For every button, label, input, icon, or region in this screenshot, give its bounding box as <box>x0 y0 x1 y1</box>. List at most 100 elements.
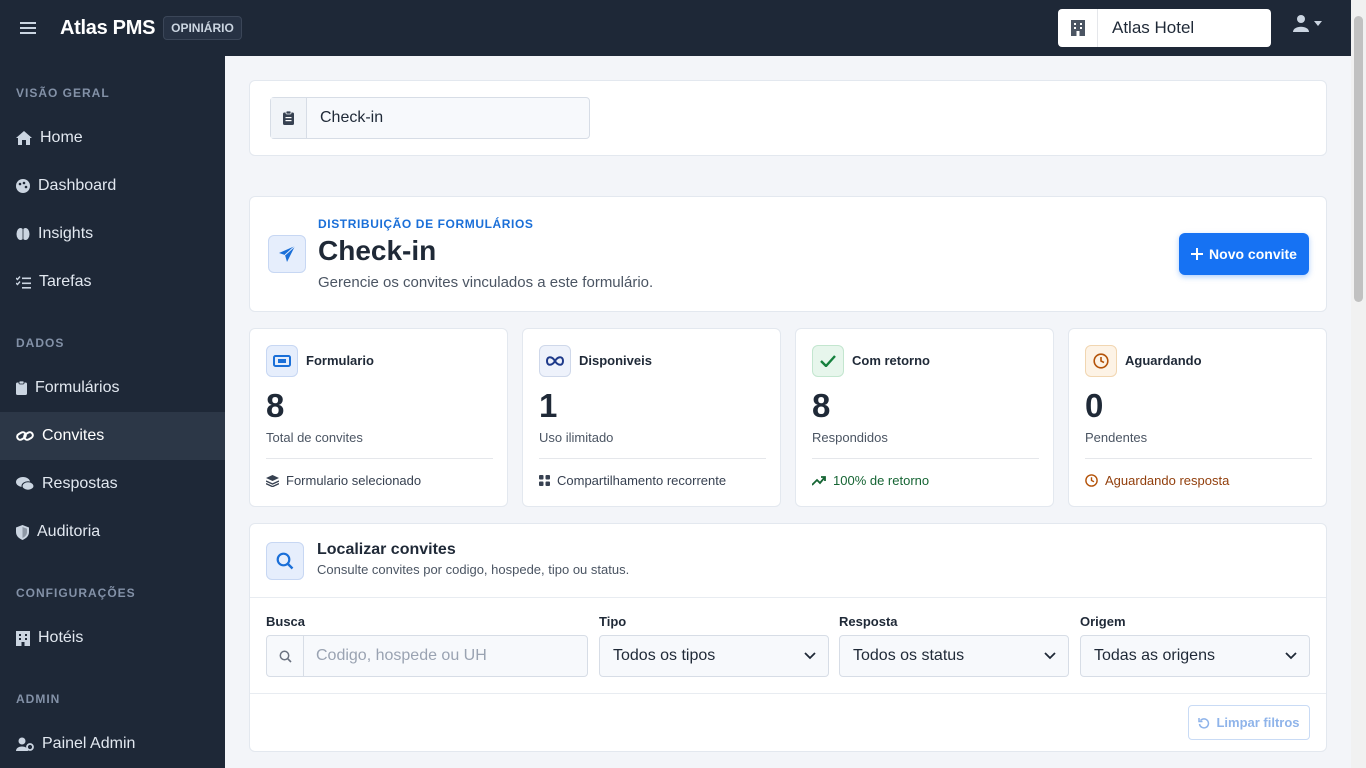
form-selector-card: Check-in <box>249 80 1327 156</box>
filter-title: Localizar convites <box>317 541 456 558</box>
sidebar-item-label: Painel Admin <box>42 735 136 752</box>
form-selector[interactable]: Check-in <box>270 97 590 139</box>
paper-plane-icon <box>268 235 306 273</box>
sidebar-item-label: Formulários <box>35 379 120 396</box>
stat-value: 1 <box>539 387 558 424</box>
stat-card-aguardando: Aguardando 0 Pendentes Aguardando respos… <box>1068 328 1327 507</box>
sidebar-item-hoteis[interactable]: Hotéis <box>0 614 225 662</box>
stat-footer-text: Formulario selecionado <box>286 473 422 488</box>
clear-filters-button[interactable]: Limpar filtros <box>1188 705 1310 740</box>
new-invite-button-label: Novo convite <box>1209 246 1297 262</box>
sidebar-item-label: Dashboard <box>38 177 117 194</box>
divider <box>250 597 1326 598</box>
menu-toggle-button[interactable] <box>0 0 56 56</box>
sidebar-item-respostas[interactable]: Respostas <box>0 460 225 508</box>
stat-value: 8 <box>812 387 831 424</box>
sidebar-item-label: Tarefas <box>39 273 92 290</box>
page-scrollbar[interactable] <box>1351 0 1366 768</box>
building-icon <box>1058 9 1098 47</box>
divider <box>266 458 493 459</box>
link-icon <box>16 431 34 441</box>
stat-label: Com retorno <box>852 353 930 368</box>
brand-badge: OPINIÁRIO <box>163 16 242 40</box>
trend-up-icon <box>812 475 826 486</box>
sidebar-item-auditoria[interactable]: Auditoria <box>0 508 225 556</box>
origin-select-value: Todas as origens <box>1094 647 1215 664</box>
shield-icon <box>16 524 29 540</box>
search-field <box>266 635 588 677</box>
clipboard-icon <box>16 381 27 395</box>
sidebar-item-label: Convites <box>42 427 105 444</box>
form-distribution-header: DISTRIBUIÇÃO DE FORMULÁRIOS Check-in Ger… <box>249 196 1327 312</box>
reset-icon <box>1198 717 1210 729</box>
clear-filters-label: Limpar filtros <box>1216 715 1300 730</box>
type-label: Tipo <box>599 614 627 629</box>
divider <box>812 458 1039 459</box>
hotel-selector-value: Atlas Hotel <box>1112 18 1195 37</box>
divider <box>1085 458 1312 459</box>
layers-icon <box>266 474 279 487</box>
ticket-icon <box>266 345 298 377</box>
response-select-value: Todos os status <box>853 647 965 664</box>
hotel-selector[interactable]: Atlas Hotel <box>1058 9 1271 47</box>
sidebar-section-data: DADOS <box>16 336 65 350</box>
stat-footer: 100% de retorno <box>812 473 929 488</box>
sidebar-item-home[interactable]: Home <box>0 114 225 162</box>
sidebar-item-convites[interactable]: Convites <box>0 412 225 460</box>
filter-subtitle: Consulte convites por codigo, hospede, t… <box>317 562 630 577</box>
building-icon <box>16 630 30 646</box>
invite-filter-panel: Localizar convites Consulte convites por… <box>249 523 1327 752</box>
hamburger-icon <box>20 27 36 29</box>
stat-card-formulario: Formulario 8 Total de convites Formulari… <box>249 328 508 507</box>
plus-icon <box>1191 248 1204 260</box>
stat-caption: Respondidos <box>812 430 888 445</box>
sidebar-item-dashboard[interactable]: Dashboard <box>0 162 225 210</box>
type-select[interactable]: Todos os tipos <box>599 635 829 677</box>
clipboard-icon <box>271 98 307 138</box>
comments-icon <box>16 477 34 491</box>
stat-value: 0 <box>1085 387 1104 424</box>
stat-label: Aguardando <box>1125 353 1202 368</box>
chevron-down-icon <box>804 652 816 660</box>
divider <box>539 458 766 459</box>
home-icon <box>16 131 32 145</box>
grid-icon <box>539 475 550 486</box>
stat-caption: Uso ilimitado <box>539 430 614 445</box>
check-icon <box>812 345 844 377</box>
sidebar-section-settings: CONFIGURAÇÕES <box>16 586 136 600</box>
page-subtitle: Gerencie os convites vinculados a este f… <box>318 274 654 291</box>
infinity-icon <box>539 345 571 377</box>
stat-footer: Formulario selecionado <box>266 473 421 488</box>
divider <box>250 693 1326 694</box>
user-icon <box>1293 15 1309 32</box>
sidebar-item-label: Auditoria <box>37 523 101 540</box>
caret-down-icon <box>1314 20 1322 26</box>
stat-footer-text: 100% de retorno <box>833 473 930 488</box>
brain-icon <box>16 228 30 240</box>
origin-select[interactable]: Todas as origens <box>1080 635 1310 677</box>
sidebar-item-painel-admin[interactable]: Painel Admin <box>0 720 225 768</box>
response-select[interactable]: Todos os status <box>839 635 1069 677</box>
stat-card-disponiveis: Disponiveis 1 Uso ilimitado Compartilham… <box>522 328 781 507</box>
form-selector-value: Check-in <box>320 109 384 126</box>
stat-footer-text: Aguardando resposta <box>1105 473 1230 488</box>
sidebar-item-tarefas[interactable]: Tarefas <box>0 258 225 306</box>
chevron-down-icon <box>1044 652 1056 660</box>
sidebar-item-label: Hotéis <box>38 629 84 646</box>
origin-label: Origem <box>1080 614 1126 629</box>
search-input[interactable] <box>304 647 574 665</box>
user-menu-button[interactable] <box>1292 14 1322 32</box>
scrollbar-thumb[interactable] <box>1354 16 1363 302</box>
sidebar-item-label: Respostas <box>42 475 118 492</box>
search-label: Busca <box>266 614 306 629</box>
search-icon <box>266 542 304 580</box>
stat-value: 8 <box>266 387 285 424</box>
sidebar-item-insights[interactable]: Insights <box>0 210 225 258</box>
stat-footer: Compartilhamento recorrente <box>539 473 726 488</box>
new-invite-button[interactable]: Novo convite <box>1179 233 1309 275</box>
search-icon <box>267 636 304 676</box>
sidebar-item-formularios[interactable]: Formulários <box>0 364 225 412</box>
stat-caption: Total de convites <box>266 430 363 445</box>
sidebar-item-label: Home <box>40 129 83 146</box>
stat-label: Formulario <box>306 353 374 368</box>
